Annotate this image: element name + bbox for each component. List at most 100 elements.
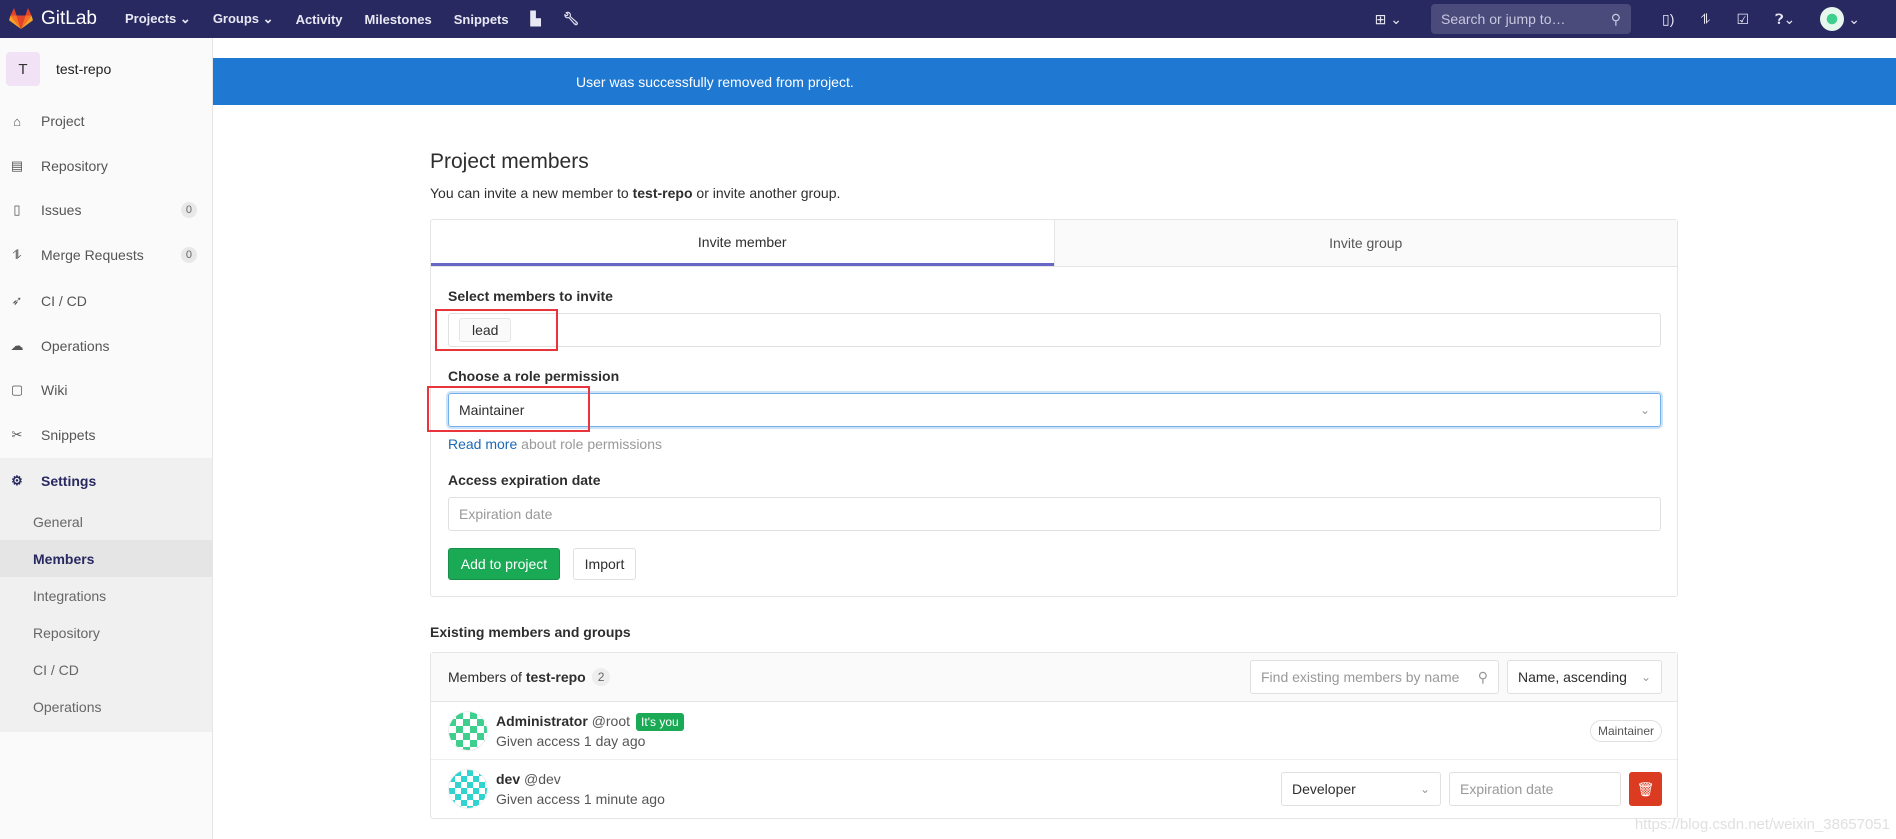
merge-request-icon: ⥮	[12, 247, 22, 262]
sidebar-item-label: Merge Requests	[41, 247, 144, 263]
expiry-placeholder: Expiration date	[459, 506, 553, 522]
nav-projects[interactable]: Projects ⌄	[125, 11, 191, 27]
nav-milestones[interactable]: Milestones	[365, 12, 432, 27]
members-project: test-repo	[525, 669, 586, 685]
sidebar-item-issues[interactable]: ▯ Issues 0	[0, 190, 212, 230]
chevron-down-icon: ⌄	[1639, 403, 1650, 417]
sidebar-item-label: Snippets	[41, 427, 96, 443]
member-row: Administrator @root It's you Given access…	[431, 702, 1677, 760]
wrench-icon[interactable]: 🔧︎	[563, 11, 580, 27]
avatar	[448, 710, 488, 751]
sidebar-item-label: Repository	[41, 158, 108, 174]
page-description: You can invite a new member to test-repo…	[430, 185, 840, 201]
merge-request-icon[interactable]: ⥮	[1700, 11, 1710, 28]
sidebar-item-label: Operations	[41, 338, 110, 354]
member-expiry-input[interactable]: Expiration date	[1449, 772, 1621, 806]
flash-notice: User was successfully removed from proje…	[213, 58, 1896, 105]
doc-icon: ▤	[10, 158, 24, 173]
todo-icon[interactable]: ☑	[1737, 11, 1750, 28]
member-expiry-placeholder: Expiration date	[1460, 781, 1554, 797]
sidebar-item-wiki[interactable]: ▢ Wiki	[0, 370, 212, 410]
member-search-input[interactable]: Find existing members by name ⚲	[1250, 660, 1499, 694]
role-select[interactable]: Maintainer ⌄	[448, 393, 1661, 427]
search-input[interactable]: Search or jump to… ⚲	[1430, 4, 1631, 34]
member-access-time: Given access 1 day ago	[496, 732, 646, 749]
member-role-value: Developer	[1292, 781, 1356, 797]
invite-card: Invite member Invite group Select member…	[430, 219, 1678, 597]
book-icon: ▢	[10, 382, 24, 397]
chart-icon[interactable]: ▙	[531, 11, 541, 27]
tab-invite-member[interactable]: Invite member	[431, 220, 1054, 266]
annotation-box	[427, 386, 590, 432]
project-avatar: T	[6, 52, 40, 86]
member-name[interactable]: Administrator	[496, 713, 588, 729]
brand-name: GitLab	[41, 8, 97, 29]
gitlab-tanuki-icon	[9, 8, 33, 29]
members-card: Members of test-repo 2 Find existing memb…	[430, 652, 1678, 819]
sidebar-item-label: Project	[41, 113, 85, 129]
desc-text-end: or invite another group.	[692, 185, 841, 201]
trash-icon: 🗑︎	[1636, 780, 1655, 797]
nav-groups-label: Groups	[212, 11, 260, 26]
settings-members[interactable]: Members	[0, 540, 212, 577]
settings-operations[interactable]: Operations	[33, 688, 212, 725]
existing-members-heading: Existing members and groups	[430, 624, 631, 640]
member-role-select[interactable]: Developer ⌄	[1281, 772, 1441, 806]
user-avatar[interactable]	[1820, 7, 1845, 31]
plus-dropdown-icon[interactable]: ⊞ ⌄	[1375, 11, 1402, 28]
cloud-gear-icon: ☁	[10, 338, 24, 353]
gitlab-logo[interactable]: GitLab	[9, 8, 97, 30]
expiry-date-input[interactable]: Expiration date	[448, 497, 1661, 531]
sidebar-item-project[interactable]: ⌂ Project	[0, 101, 212, 141]
role-help: Read more about role permissions	[448, 436, 662, 452]
sidebar-item-operations[interactable]: ☁ Operations	[0, 326, 212, 366]
help-icon[interactable]: ❓︎⌄	[1775, 11, 1795, 28]
members-of-label: Members of	[448, 669, 522, 685]
nav-activity[interactable]: Activity	[296, 12, 343, 27]
nav-groups[interactable]: Groups ⌄	[213, 11, 274, 27]
sidebar-item-repository[interactable]: ▤ Repository	[0, 146, 212, 186]
annotation-box	[435, 309, 558, 351]
nav-projects-label: Projects	[124, 11, 177, 26]
role-help-text: about role permissions	[517, 436, 663, 452]
sidebar: T test-repo ⌂ Project ▤ Repository ▯ Issues…	[0, 38, 213, 839]
add-to-project-button[interactable]: Add to project	[448, 548, 560, 580]
settings-repository[interactable]: Repository	[33, 614, 212, 651]
page-title: Project members	[430, 150, 589, 173]
sidebar-item-label: Wiki	[41, 382, 68, 398]
desc-project: test-repo	[632, 185, 693, 201]
issues-icon[interactable]: ▯)	[1662, 11, 1674, 28]
nav-snippets[interactable]: Snippets	[454, 12, 509, 27]
remove-member-button[interactable]: 🗑︎	[1629, 772, 1662, 806]
member-name[interactable]: dev	[496, 771, 520, 787]
sidebar-project[interactable]: T test-repo	[0, 38, 212, 100]
sidebar-item-settings[interactable]: ⚙ Settings	[0, 461, 212, 501]
members-select-input[interactable]: lead	[448, 313, 1661, 347]
its-you-badge: It's you	[636, 712, 684, 731]
sidebar-item-snippets[interactable]: ✂ Snippets	[0, 415, 212, 455]
rocket-icon: ➶	[11, 293, 23, 308]
sidebar-item-ci-cd[interactable]: ➶ CI / CD	[0, 281, 212, 321]
settings-ci-cd[interactable]: CI / CD	[33, 651, 212, 688]
read-more-link[interactable]: Read more	[448, 436, 517, 452]
flash-message: User was successfully removed from proje…	[576, 73, 854, 90]
settings-general[interactable]: General	[33, 503, 212, 540]
chevron-down-icon[interactable]: ⌄	[1848, 11, 1860, 28]
select-members-label: Select members to invite	[448, 288, 613, 304]
member-search-placeholder: Find existing members by name	[1261, 669, 1460, 685]
sort-value: Name, ascending	[1518, 669, 1627, 685]
sidebar-item-label: CI / CD	[41, 293, 87, 309]
settings-integrations[interactable]: Integrations	[33, 577, 212, 614]
import-button[interactable]: Import	[573, 548, 636, 580]
tab-invite-group[interactable]: Invite group	[1053, 220, 1677, 266]
member-access-time: Given access 1 minute ago	[496, 791, 665, 807]
sort-dropdown[interactable]: Name, ascending ⌄	[1507, 660, 1662, 694]
top-navbar: GitLab Projects ⌄ Groups ⌄ Activity Mile…	[0, 0, 1896, 38]
chevron-down-icon: ⌄	[1419, 782, 1430, 796]
role-label: Choose a role permission	[448, 368, 620, 384]
member-username: @root	[591, 712, 631, 729]
members-count: 2	[591, 668, 611, 686]
chevron-down-icon: ⌄	[1640, 670, 1651, 684]
sidebar-item-merge-requests[interactable]: ⥮ Merge Requests 0	[0, 235, 212, 275]
gear-icon: ⚙	[11, 473, 23, 488]
